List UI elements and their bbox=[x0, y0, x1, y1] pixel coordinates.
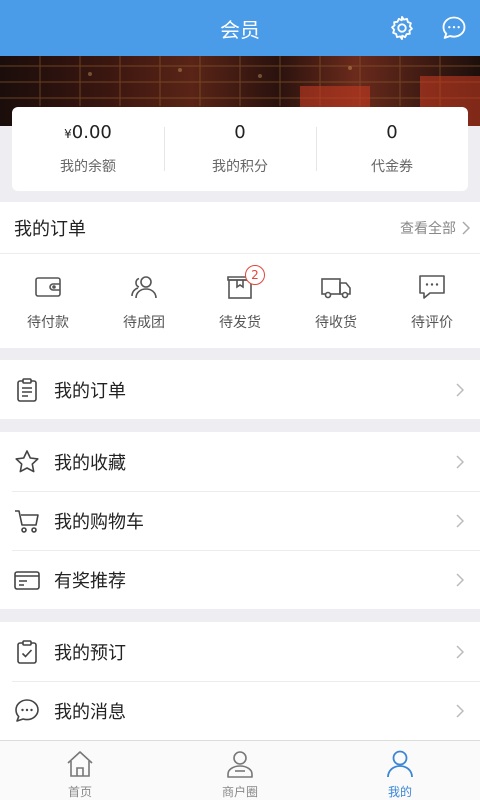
balance-item[interactable]: ¥0.00 我的余额 bbox=[12, 107, 164, 191]
status-label: 待收货 bbox=[315, 315, 357, 331]
comment-icon bbox=[415, 270, 449, 304]
chevron-right-icon bbox=[462, 220, 470, 235]
menu-item-messages[interactable]: 我的消息 bbox=[12, 681, 480, 740]
status-pending-receipt[interactable]: 待收货 bbox=[288, 254, 384, 348]
vouchers-item[interactable]: 0 代金券 bbox=[316, 107, 468, 191]
balance-value: ¥0.00 bbox=[64, 122, 112, 148]
chevron-right-icon bbox=[456, 573, 464, 587]
vouchers-value: 0 bbox=[386, 122, 398, 143]
chevron-right-icon bbox=[456, 382, 464, 397]
shopping-cart-icon bbox=[12, 506, 42, 536]
status-label: 待评价 bbox=[411, 315, 453, 331]
chevron-right-icon bbox=[456, 514, 464, 528]
orders-title: 我的订单 bbox=[14, 218, 86, 240]
menu-label: 我的收藏 bbox=[54, 452, 126, 474]
status-label: 待付款 bbox=[27, 315, 69, 331]
status-pending-group[interactable]: 待成团 bbox=[96, 254, 192, 348]
menu-item-favorites[interactable]: 我的收藏 bbox=[0, 432, 480, 491]
clipboard-list-icon bbox=[12, 375, 42, 405]
vouchers-label: 代金券 bbox=[371, 159, 413, 175]
group-icon bbox=[127, 270, 161, 304]
home-icon bbox=[63, 747, 97, 781]
card-icon bbox=[12, 565, 42, 595]
wallet-icon bbox=[31, 270, 65, 304]
tab-home[interactable]: 首页 bbox=[0, 741, 160, 800]
menu-label: 我的消息 bbox=[54, 702, 126, 723]
menu-item-reservations[interactable]: 我的预订 bbox=[0, 622, 480, 681]
menu-group-shopping: 我的收藏 我的购物车 有奖推荐 bbox=[0, 432, 480, 609]
view-all-label: 查看全部 bbox=[400, 220, 456, 237]
menu-label: 我的预订 bbox=[54, 642, 126, 664]
tab-merchants[interactable]: 商户圈 bbox=[160, 741, 320, 800]
clipboard-check-icon bbox=[12, 637, 42, 667]
message-bubble-icon bbox=[12, 696, 42, 726]
account-summary-card: ¥0.00 我的余额 0 我的积分 0 代金券 bbox=[12, 107, 468, 191]
balance-amount: 0.00 bbox=[71, 122, 112, 143]
currency-symbol: ¥ bbox=[64, 127, 72, 141]
menu-group-services: 我的预订 我的消息 bbox=[0, 622, 480, 740]
points-value: 0 bbox=[234, 122, 246, 143]
tab-mine[interactable]: 我的 bbox=[320, 741, 480, 800]
user-icon bbox=[383, 747, 417, 781]
truck-icon bbox=[319, 270, 353, 304]
menu-label: 有奖推荐 bbox=[54, 571, 126, 592]
page-title: 会员 bbox=[220, 17, 260, 42]
tab-label: 商户圈 bbox=[221, 785, 258, 799]
menu-group-orders: 我的订单 bbox=[0, 360, 480, 419]
tab-label: 我的 bbox=[387, 785, 412, 799]
menu-item-referral[interactable]: 有奖推荐 bbox=[12, 550, 480, 609]
chevron-right-icon bbox=[456, 644, 464, 659]
menu-label: 我的购物车 bbox=[54, 512, 144, 533]
status-label: 待成团 bbox=[123, 315, 165, 331]
points-item[interactable]: 0 我的积分 bbox=[164, 107, 316, 191]
status-pending-shipment[interactable]: 2 待发货 bbox=[192, 254, 288, 348]
users-icon bbox=[223, 747, 257, 781]
notification-badge: 2 bbox=[245, 265, 265, 285]
star-icon bbox=[12, 447, 42, 477]
orders-header: 我的订单 查看全部 bbox=[0, 202, 480, 254]
view-all-orders-link[interactable]: 查看全部 bbox=[400, 218, 470, 238]
menu-label: 我的订单 bbox=[54, 380, 126, 402]
chat-bubble-icon[interactable] bbox=[438, 12, 470, 44]
chevron-right-icon bbox=[456, 704, 464, 718]
status-pending-review[interactable]: 待评价 bbox=[384, 254, 480, 348]
orders-section: 我的订单 查看全部 待付款 待成团 2 待发货 待收货 待评价 bbox=[0, 202, 480, 348]
gear-icon[interactable] bbox=[386, 12, 418, 44]
bottom-tab-bar: 首页 商户圈 我的 bbox=[0, 740, 480, 800]
top-bar: 会员 bbox=[0, 0, 480, 56]
menu-item-cart[interactable]: 我的购物车 bbox=[12, 491, 480, 550]
order-status-row: 待付款 待成团 2 待发货 待收货 待评价 bbox=[0, 254, 480, 348]
status-pending-payment[interactable]: 待付款 bbox=[0, 254, 96, 348]
points-label: 我的积分 bbox=[212, 159, 268, 175]
balance-label: 我的余额 bbox=[60, 159, 116, 175]
status-label: 待发货 bbox=[219, 315, 261, 331]
chevron-right-icon bbox=[456, 454, 464, 469]
tab-label: 首页 bbox=[67, 785, 92, 799]
menu-item-my-orders[interactable]: 我的订单 bbox=[0, 360, 480, 419]
